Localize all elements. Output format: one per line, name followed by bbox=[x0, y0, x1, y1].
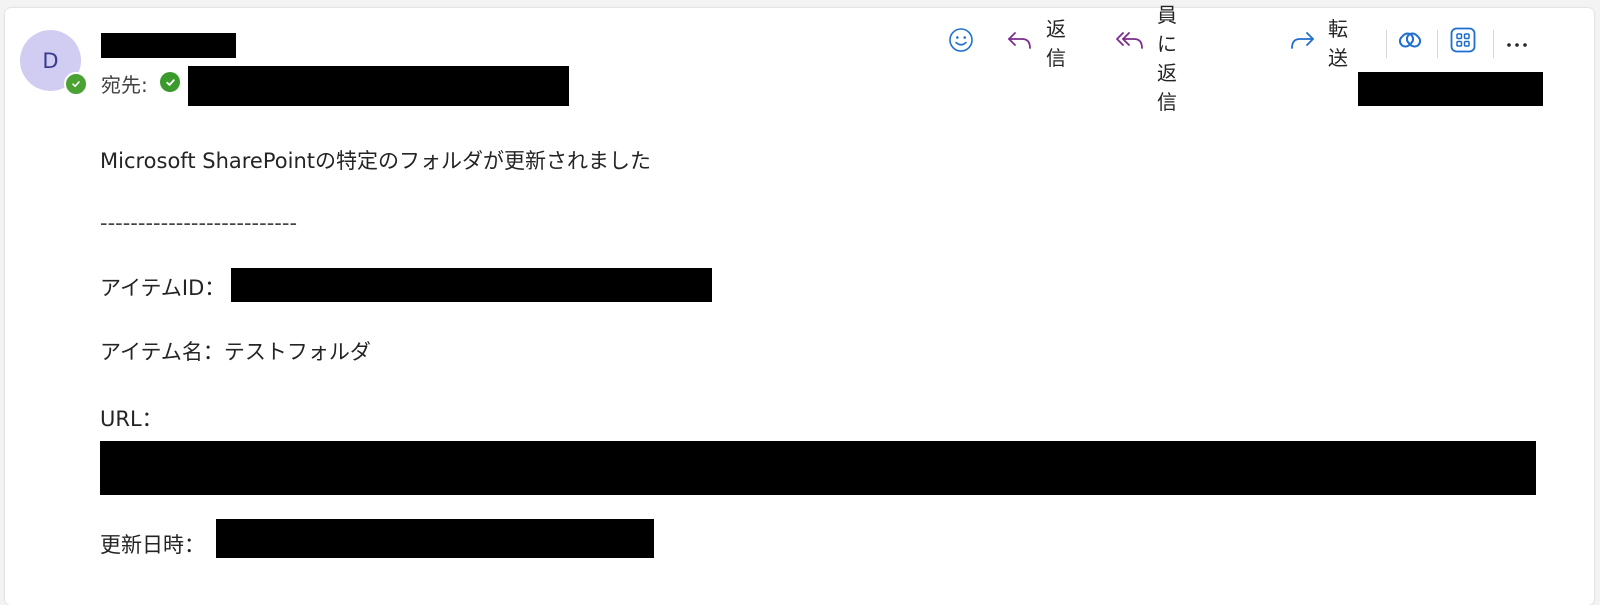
toolbar-divider bbox=[1493, 30, 1494, 58]
reply-label: 返信 bbox=[1046, 17, 1066, 70]
reaction-button[interactable] bbox=[948, 22, 984, 62]
timestamp-redacted bbox=[1358, 72, 1543, 106]
sender-name-redacted[interactable] bbox=[101, 33, 236, 58]
loop-icon bbox=[1396, 26, 1424, 59]
apps-button[interactable] bbox=[1449, 22, 1481, 62]
more-actions-button[interactable] bbox=[1505, 22, 1539, 62]
recipient-label: 宛先: bbox=[101, 73, 148, 97]
more-icon bbox=[1505, 30, 1529, 54]
forward-arrow-icon bbox=[1288, 28, 1316, 57]
reply-all-arrow-icon bbox=[1115, 28, 1145, 57]
avatar-initial: D bbox=[42, 48, 59, 73]
reply-all-button[interactable]: 全員に返信 bbox=[1115, 3, 1177, 114]
updated-label: 更新日時： bbox=[100, 533, 205, 557]
url-label: URL： bbox=[100, 407, 163, 431]
forward-label: 転送 bbox=[1328, 17, 1348, 70]
message-intro: Microsoft SharePointの特定のフォルダが更新されました bbox=[100, 149, 651, 173]
apps-grid-icon bbox=[1449, 26, 1477, 59]
toolbar-divider bbox=[1437, 30, 1438, 58]
toolbar-divider bbox=[1386, 30, 1387, 58]
updated-datetime-redacted bbox=[216, 519, 654, 558]
emoji-icon bbox=[948, 27, 974, 58]
item-id-label: アイテムID： bbox=[100, 276, 226, 300]
url-link-redacted[interactable] bbox=[100, 441, 1536, 495]
recipient-name-redacted[interactable] bbox=[188, 66, 569, 106]
loop-button[interactable] bbox=[1396, 22, 1428, 62]
reply-all-label: 全員に返信 bbox=[1157, 2, 1177, 114]
item-id-redacted bbox=[231, 268, 712, 302]
recipient-verified-icon bbox=[160, 72, 180, 92]
item-name-line: アイテム名：テストフォルダ bbox=[100, 340, 371, 364]
reply-arrow-icon bbox=[1006, 28, 1034, 57]
forward-button[interactable]: 転送 bbox=[1288, 17, 1348, 70]
presence-available-icon bbox=[64, 72, 88, 96]
reply-button[interactable]: 返信 bbox=[1006, 17, 1066, 70]
message-separator: -------------------------- bbox=[100, 211, 298, 235]
